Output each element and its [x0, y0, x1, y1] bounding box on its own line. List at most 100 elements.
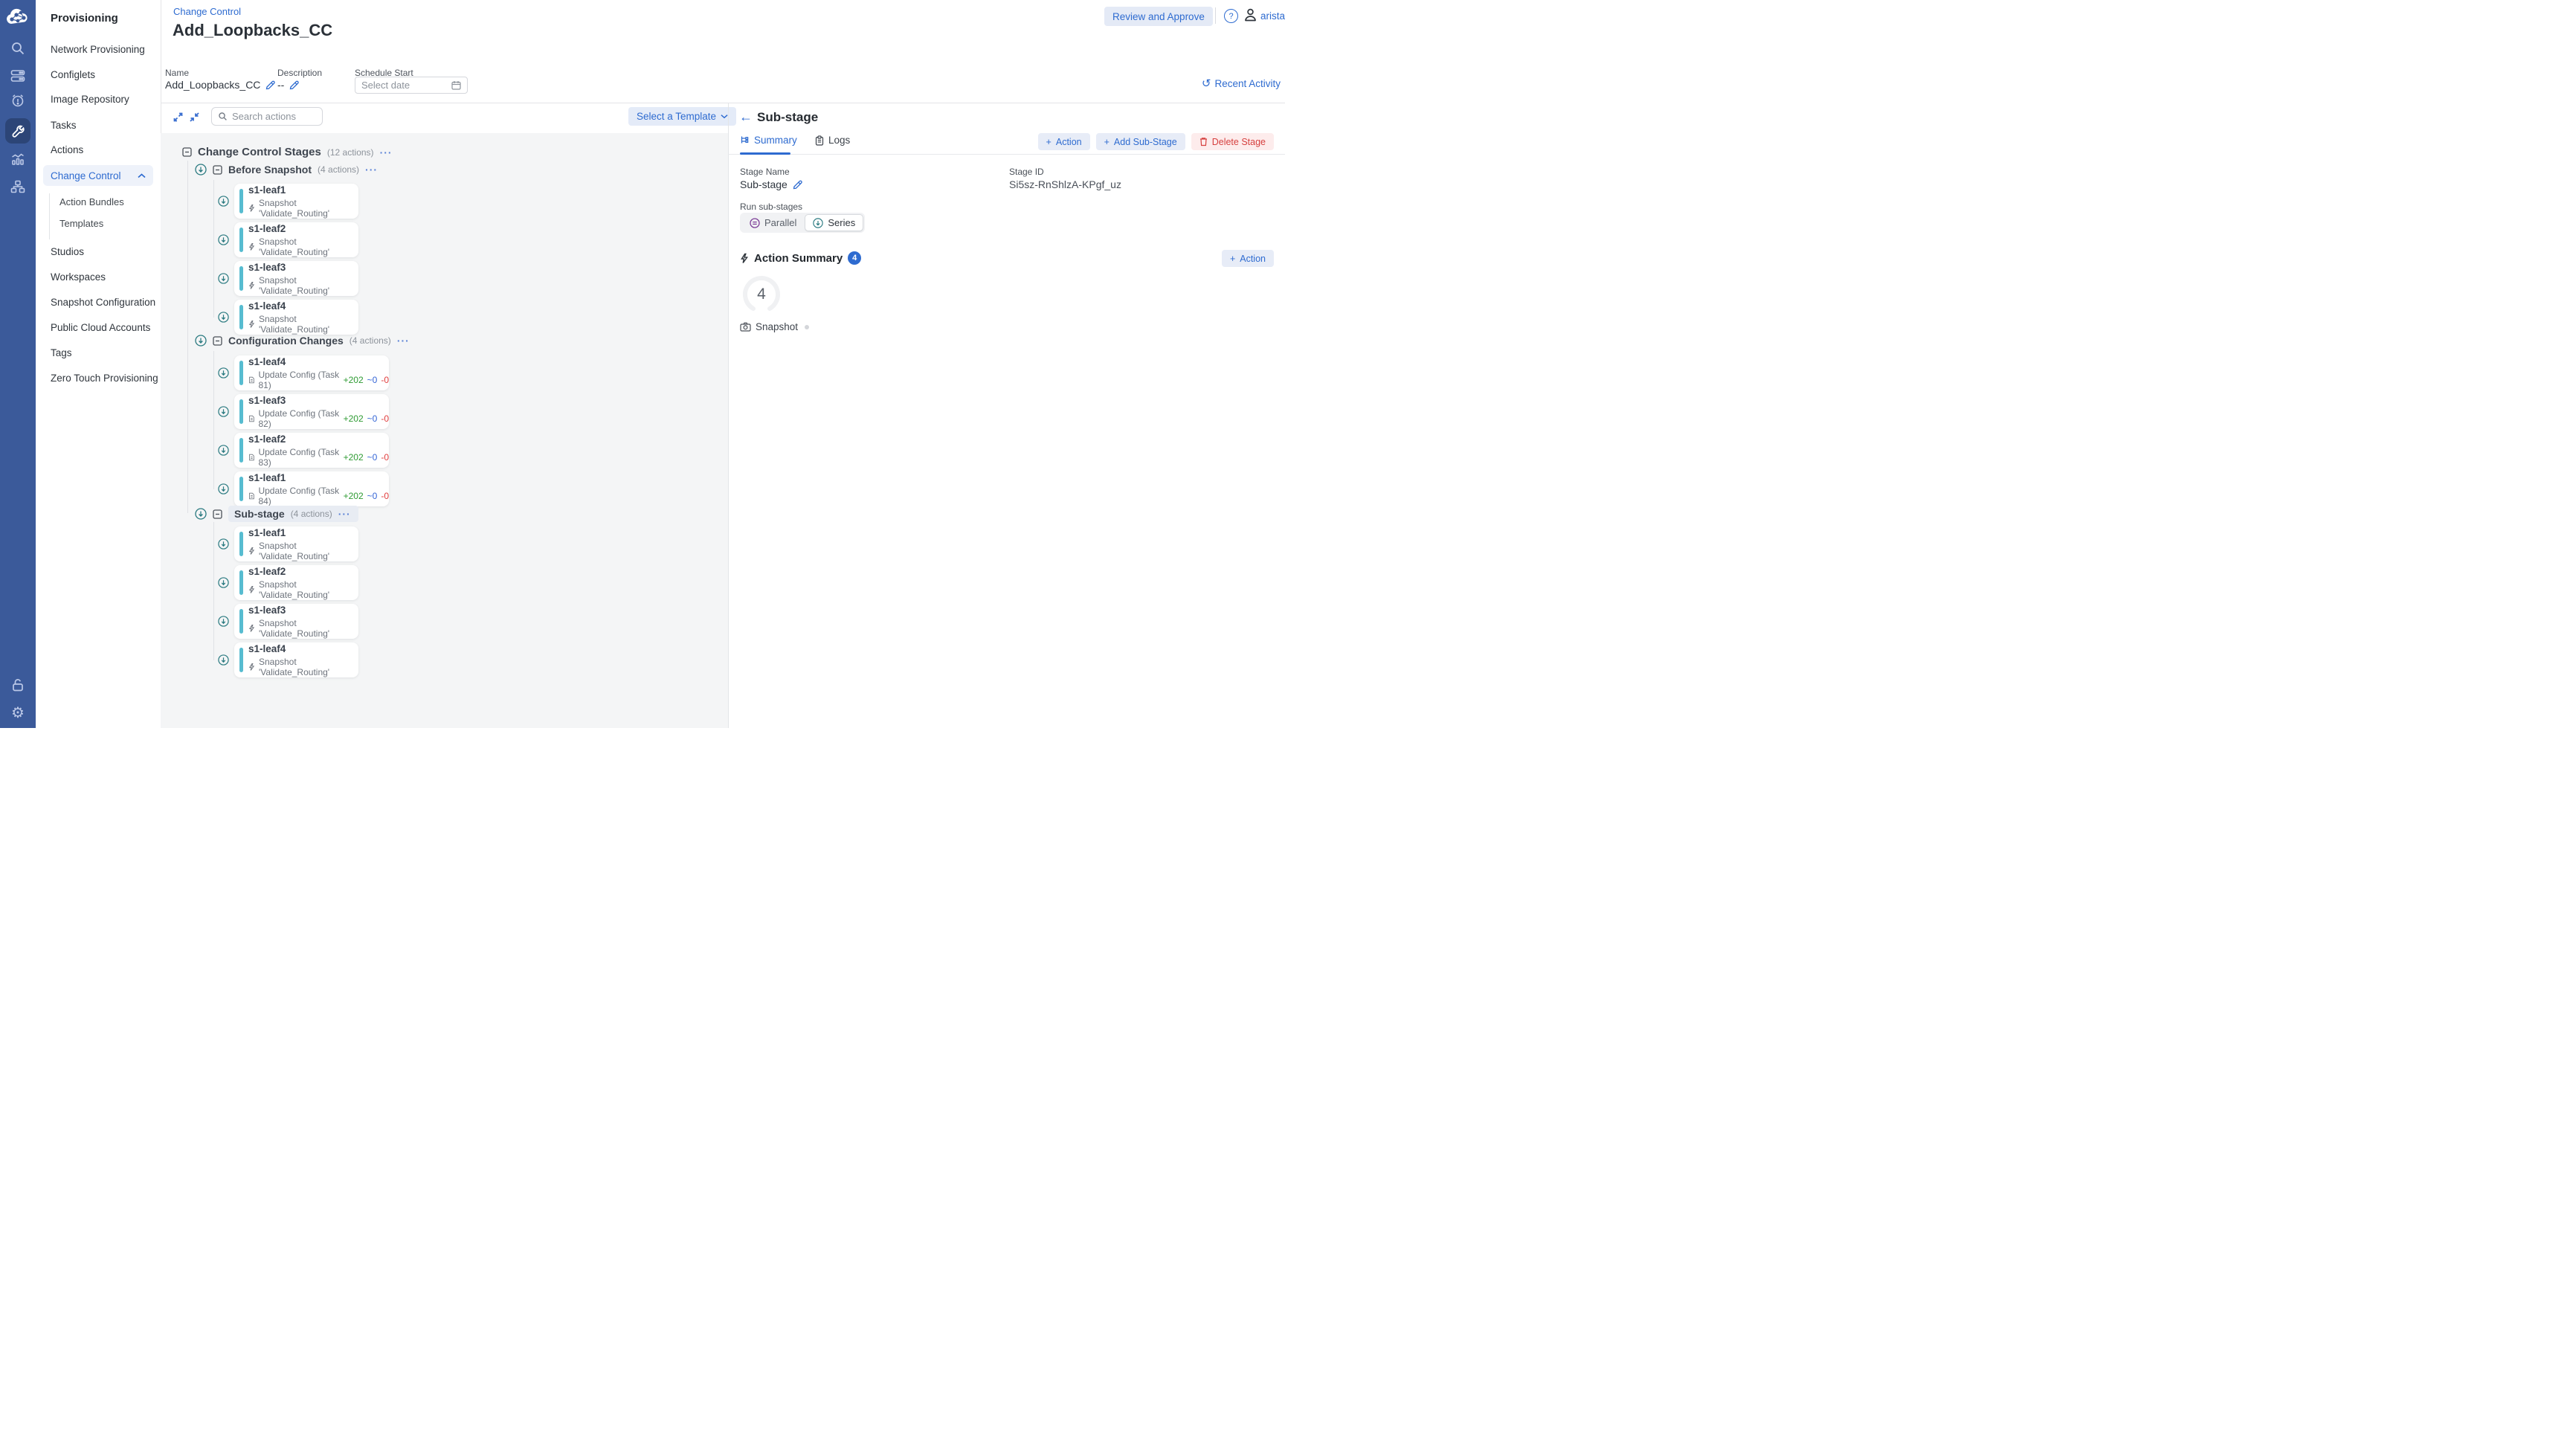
ellipsis-menu-icon[interactable]: ··· — [380, 146, 393, 158]
lock-open-icon[interactable] — [0, 674, 36, 696]
collapse-box-icon[interactable] — [213, 165, 222, 175]
stage-root-row[interactable]: Change Control Stages (12 actions) ··· — [182, 146, 393, 158]
username[interactable]: arista — [1260, 10, 1285, 22]
series-arrow-icon[interactable] — [218, 406, 229, 417]
search-actions-input[interactable]: Search actions — [211, 107, 323, 126]
devices-icon[interactable] — [0, 65, 36, 87]
parallel-option[interactable]: Parallel — [741, 214, 805, 231]
series-option-selected[interactable]: Series — [805, 214, 863, 231]
sidebar-item-zero-touch-provisioning[interactable]: Zero Touch Provisioning — [51, 373, 158, 384]
collapse-all-icon[interactable] — [188, 111, 201, 123]
action-card[interactable]: s1-leaf2Snapshot 'Validate_Routing' — [234, 565, 358, 600]
provisioning-tab-active[interactable] — [5, 118, 30, 144]
series-arrow-icon[interactable] — [218, 616, 229, 627]
sidebar: Provisioning Network Provisioning Config… — [36, 0, 161, 728]
delete-stage-button[interactable]: Delete Stage — [1191, 133, 1274, 150]
breadcrumb[interactable]: Change Control — [173, 6, 241, 17]
action-card[interactable]: s1-leaf4Snapshot 'Validate_Routing' — [234, 300, 358, 335]
action-card[interactable]: s1-leaf4Snapshot 'Validate_Routing' — [234, 642, 358, 677]
collapse-box-icon[interactable] — [182, 147, 192, 157]
stage-label: Sub-stage — [234, 508, 285, 520]
tab-summary[interactable]: Summary — [740, 135, 797, 146]
series-arrow-icon[interactable] — [195, 508, 207, 520]
series-arrow-icon[interactable] — [218, 312, 229, 323]
selected-stage-highlight: Sub-stage (4 actions) ··· — [228, 506, 358, 522]
add-action-button[interactable]: +Action — [1038, 133, 1090, 150]
edit-pencil-icon[interactable] — [289, 80, 299, 90]
run-substages-label: Run sub-stages — [740, 202, 802, 212]
series-arrow-icon[interactable] — [195, 335, 207, 347]
sidebar-item-change-control[interactable]: Change Control — [43, 165, 153, 186]
action-bolt-icon — [248, 663, 255, 671]
series-arrow-icon[interactable] — [218, 483, 229, 495]
help-icon[interactable]: ? — [1224, 9, 1238, 23]
sidebar-item-configlets[interactable]: Configlets — [51, 69, 95, 80]
series-arrow-icon[interactable] — [218, 367, 229, 379]
stage-row-sub-stage-selected[interactable]: Sub-stage (4 actions) ··· — [195, 506, 358, 522]
action-card[interactable]: s1-leaf1Snapshot 'Validate_Routing' — [234, 184, 358, 219]
series-arrow-icon[interactable] — [218, 577, 229, 588]
action-bolt-icon — [248, 547, 255, 555]
sidebar-item-image-repository[interactable]: Image Repository — [51, 94, 129, 105]
ellipsis-menu-icon[interactable]: ··· — [397, 335, 410, 347]
stage-label: Before Snapshot — [228, 164, 312, 175]
series-arrow-icon[interactable] — [218, 445, 229, 456]
expand-all-icon[interactable] — [172, 111, 184, 123]
add-action-button[interactable]: +Action — [1222, 250, 1274, 267]
action-card[interactable]: s1-leaf1Snapshot 'Validate_Routing' — [234, 526, 358, 561]
calendar-icon — [451, 80, 461, 90]
ellipsis-menu-icon[interactable]: ··· — [338, 508, 351, 520]
sidebar-item-tags[interactable]: Tags — [51, 347, 72, 358]
back-arrow-icon[interactable]: ← — [739, 109, 753, 125]
action-card[interactable]: s1-leaf2Update Config (Task 83)+202~0-0 — [234, 433, 389, 468]
stage-row-configuration-changes[interactable]: Configuration Changes (4 actions) ··· — [195, 335, 410, 347]
sidebar-item-public-cloud-accounts[interactable]: Public Cloud Accounts — [51, 322, 150, 333]
sidebar-item-action-bundles[interactable]: Action Bundles — [59, 196, 124, 207]
add-substage-button[interactable]: +Add Sub-Stage — [1096, 133, 1185, 150]
ellipsis-menu-icon[interactable]: ··· — [365, 164, 378, 175]
edit-pencil-icon[interactable] — [793, 180, 802, 190]
stage-count: (4 actions) — [350, 335, 391, 346]
collapse-box-icon[interactable] — [213, 509, 222, 519]
action-card[interactable]: s1-leaf3Update Config (Task 82)+202~0-0 — [234, 394, 389, 429]
select-template-button[interactable]: Select a Template — [628, 107, 736, 126]
action-card[interactable]: s1-leaf3Snapshot 'Validate_Routing' — [234, 261, 358, 296]
stage-name-value: Sub-stage — [740, 178, 802, 190]
tree-guide-line — [213, 522, 214, 660]
cloudvision-logo-icon[interactable] — [0, 6, 36, 28]
action-card[interactable]: s1-leaf4Update Config (Task 81)+202~0-0 — [234, 355, 389, 390]
sidebar-item-studios[interactable]: Studios — [51, 246, 84, 257]
user-avatar-icon[interactable] — [1244, 8, 1257, 22]
series-arrow-icon[interactable] — [218, 654, 229, 666]
sidebar-item-snapshot-configuration[interactable]: Snapshot Configuration — [51, 297, 155, 308]
series-arrow-icon — [813, 218, 823, 228]
series-arrow-icon[interactable] — [218, 196, 229, 207]
review-and-approve-button[interactable]: Review and Approve — [1104, 7, 1213, 26]
edit-pencil-icon[interactable] — [265, 80, 275, 90]
sidebar-item-tasks[interactable]: Tasks — [51, 120, 77, 131]
topology-icon[interactable] — [0, 175, 36, 198]
sidebar-item-network-provisioning[interactable]: Network Provisioning — [51, 44, 145, 55]
events-alarm-icon[interactable] — [0, 89, 36, 112]
series-arrow-icon[interactable] — [195, 164, 207, 175]
document-icon — [248, 453, 254, 462]
series-arrow-icon[interactable] — [218, 538, 229, 550]
recent-activity-link[interactable]: ↺ Recent Activity — [1202, 77, 1281, 90]
sidebar-item-actions[interactable]: Actions — [51, 144, 83, 155]
series-arrow-icon[interactable] — [218, 234, 229, 245]
action-card[interactable]: s1-leaf1Update Config (Task 84)+202~0-0 — [234, 471, 389, 506]
series-arrow-icon[interactable] — [218, 273, 229, 284]
sidebar-item-templates[interactable]: Templates — [59, 218, 103, 229]
stage-row-before-snapshot[interactable]: Before Snapshot (4 actions) ··· — [195, 164, 378, 175]
action-card[interactable]: s1-leaf2Snapshot 'Validate_Routing' — [234, 222, 358, 257]
tab-logs[interactable]: Logs — [815, 135, 850, 146]
settings-gear-icon[interactable]: ⚙ — [0, 702, 36, 724]
action-bolt-icon — [248, 242, 255, 251]
dashboards-metrics-icon[interactable] — [0, 148, 36, 170]
collapse-box-icon[interactable] — [213, 336, 222, 346]
action-card[interactable]: s1-leaf3Snapshot 'Validate_Routing' — [234, 604, 358, 639]
action-bolt-icon — [248, 281, 255, 290]
sidebar-item-workspaces[interactable]: Workspaces — [51, 271, 106, 283]
search-icon[interactable] — [0, 37, 36, 59]
schedule-date-input[interactable]: Select date — [355, 77, 468, 94]
